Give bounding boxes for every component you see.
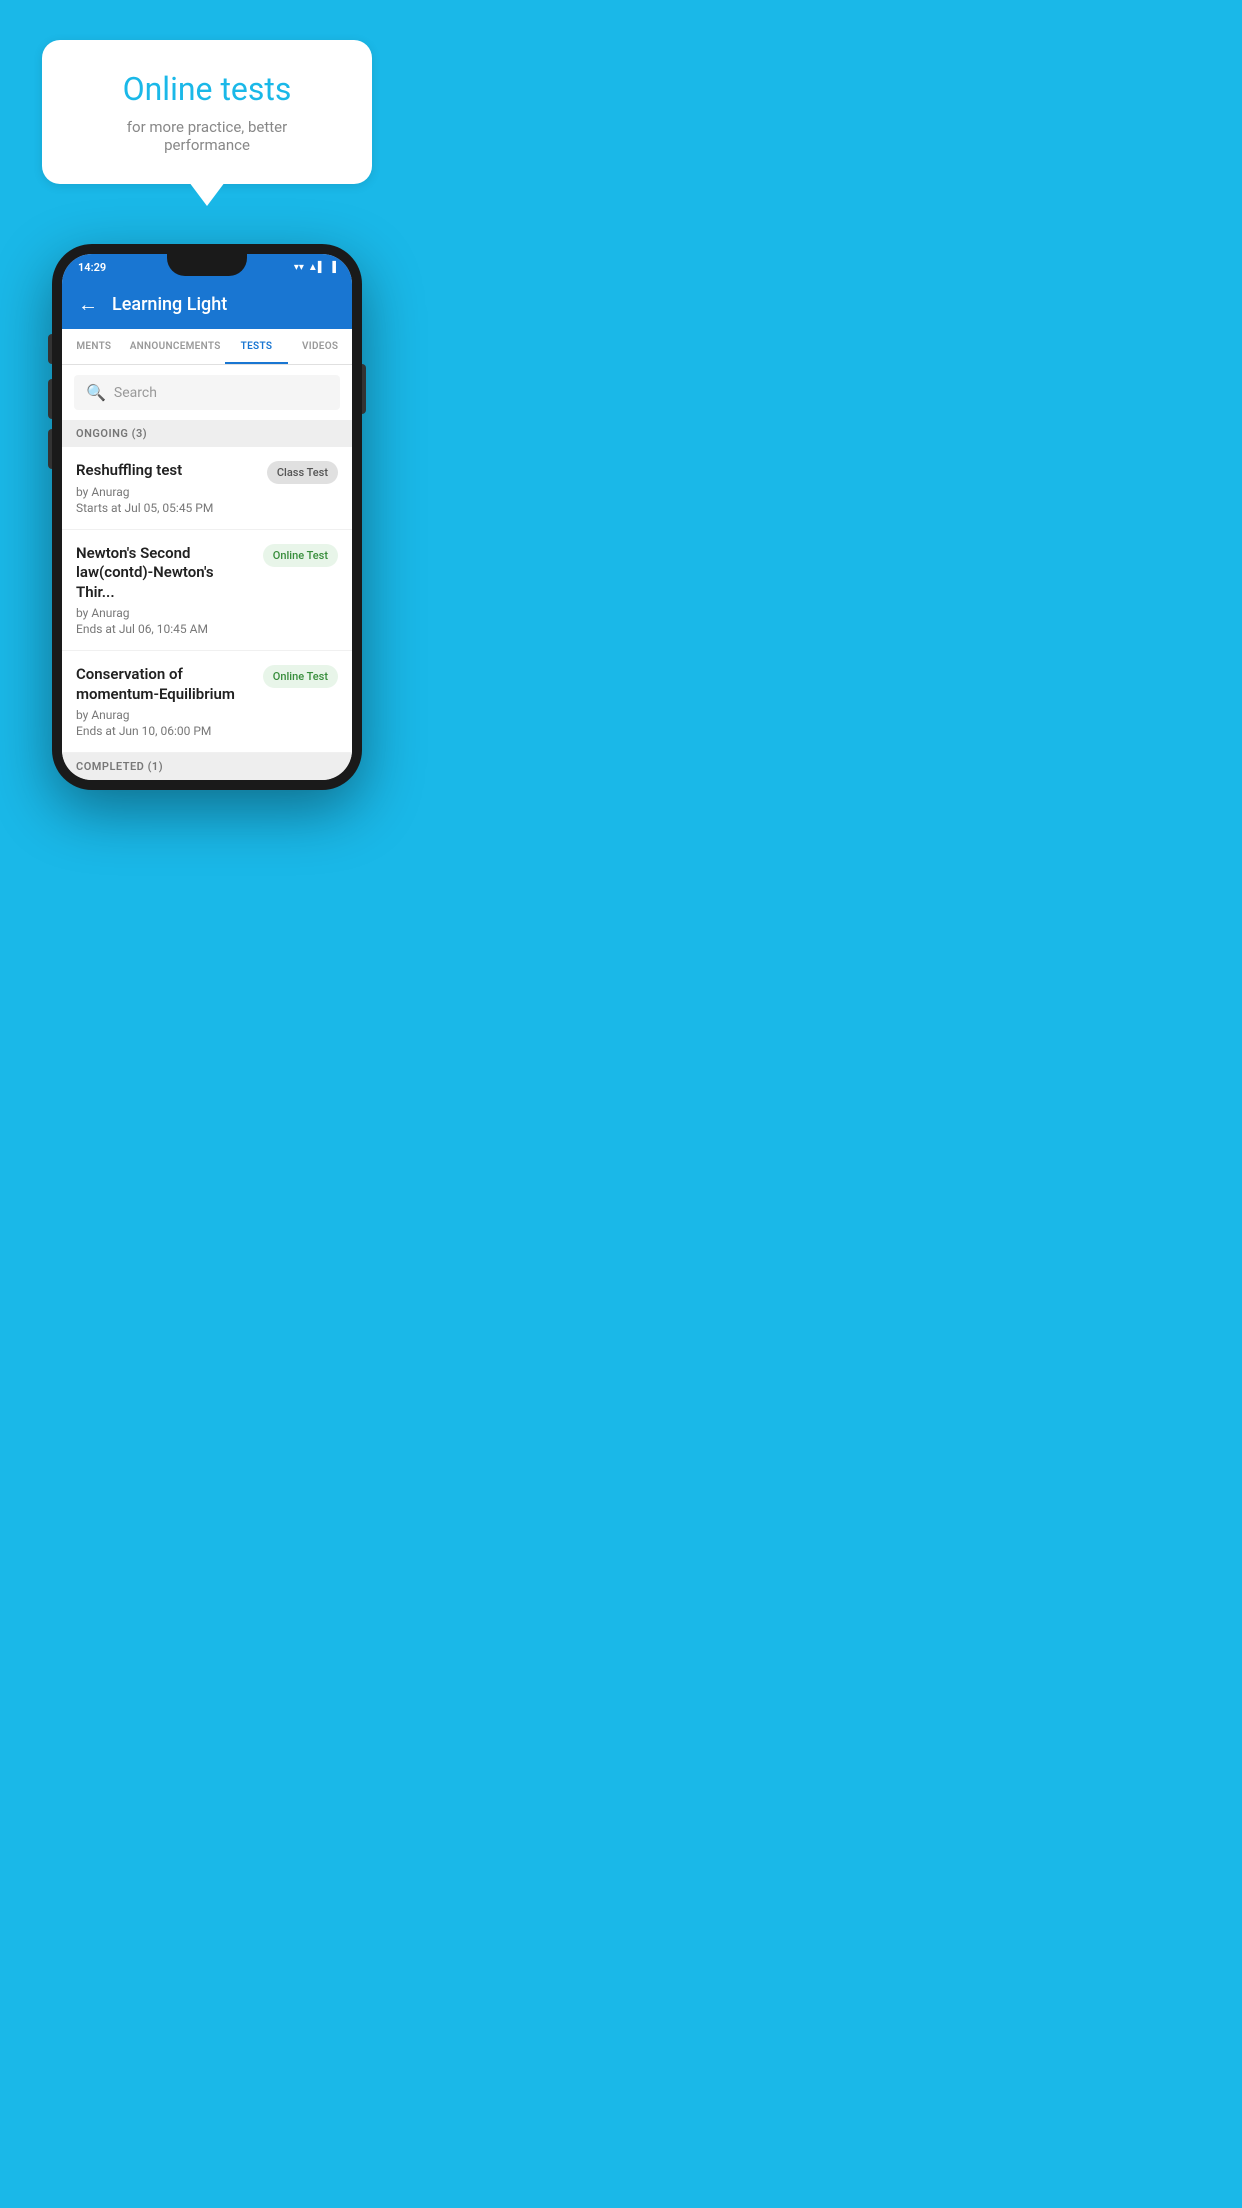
tab-announcements[interactable]: ANNOUNCEMENTS (126, 329, 225, 364)
test-name-1: Reshuffling test (76, 461, 257, 481)
test-item-3[interactable]: Conservation of momentum-Equilibrium by … (62, 651, 352, 753)
tab-videos[interactable]: VIDEOS (288, 329, 352, 364)
test-item-1[interactable]: Reshuffling test by Anurag Starts at Jul… (62, 447, 352, 530)
phone-mockup: 14:29 ▾▾ ▲▌ ▐ ← Learning Light MENTS ANN… (52, 244, 362, 790)
search-box[interactable]: 🔍 Search (74, 375, 340, 410)
phone-mute-button (48, 334, 52, 364)
test-author-3: by Anurag (76, 708, 253, 722)
app-header: ← Learning Light (62, 280, 352, 329)
phone-screen: 14:29 ▾▾ ▲▌ ▐ ← Learning Light MENTS ANN… (62, 254, 352, 780)
phone-vol-down-button (48, 429, 52, 469)
phone-power-button (362, 364, 366, 414)
signal-icon: ▲▌ (308, 262, 325, 273)
test-name-2: Newton's Second law(contd)-Newton's Thir… (76, 544, 253, 603)
test-list: Reshuffling test by Anurag Starts at Jul… (62, 447, 352, 753)
search-input[interactable]: Search (114, 385, 157, 401)
promo-area: Online tests for more practice, better p… (0, 0, 414, 184)
test-name-3: Conservation of momentum-Equilibrium (76, 665, 253, 704)
status-time: 14:29 (78, 261, 106, 274)
test-badge-3: Online Test (263, 665, 338, 688)
test-info-1: Reshuffling test by Anurag Starts at Jul… (76, 461, 257, 515)
test-date-1: Starts at Jul 05, 05:45 PM (76, 501, 257, 515)
ongoing-section-label: ONGOING (3) (62, 420, 352, 447)
status-icons: ▾▾ ▲▌ ▐ (294, 262, 336, 273)
tab-tests[interactable]: TESTS (225, 329, 289, 364)
phone-vol-up-button (48, 379, 52, 419)
test-date-2: Ends at Jul 06, 10:45 AM (76, 622, 253, 636)
tab-ments[interactable]: MENTS (62, 329, 126, 364)
test-author-2: by Anurag (76, 606, 253, 620)
wifi-icon: ▾▾ (294, 262, 304, 273)
battery-icon: ▐ (329, 262, 336, 273)
search-icon: 🔍 (86, 383, 106, 402)
search-container: 🔍 Search (62, 365, 352, 420)
test-date-3: Ends at Jun 10, 06:00 PM (76, 724, 253, 738)
test-badge-2: Online Test (263, 544, 338, 567)
promo-subtitle: for more practice, better performance (82, 118, 331, 154)
test-item-2[interactable]: Newton's Second law(contd)-Newton's Thir… (62, 530, 352, 652)
test-info-2: Newton's Second law(contd)-Newton's Thir… (76, 544, 253, 637)
tabs-container: MENTS ANNOUNCEMENTS TESTS VIDEOS (62, 329, 352, 365)
phone-notch (167, 254, 247, 276)
app-title: Learning Light (112, 294, 227, 315)
speech-bubble: Online tests for more practice, better p… (42, 40, 371, 184)
test-badge-1: Class Test (267, 461, 338, 484)
completed-section-label: COMPLETED (1) (62, 753, 352, 780)
promo-title: Online tests (82, 70, 331, 108)
test-info-3: Conservation of momentum-Equilibrium by … (76, 665, 253, 738)
test-author-1: by Anurag (76, 485, 257, 499)
back-button[interactable]: ← (78, 292, 98, 317)
